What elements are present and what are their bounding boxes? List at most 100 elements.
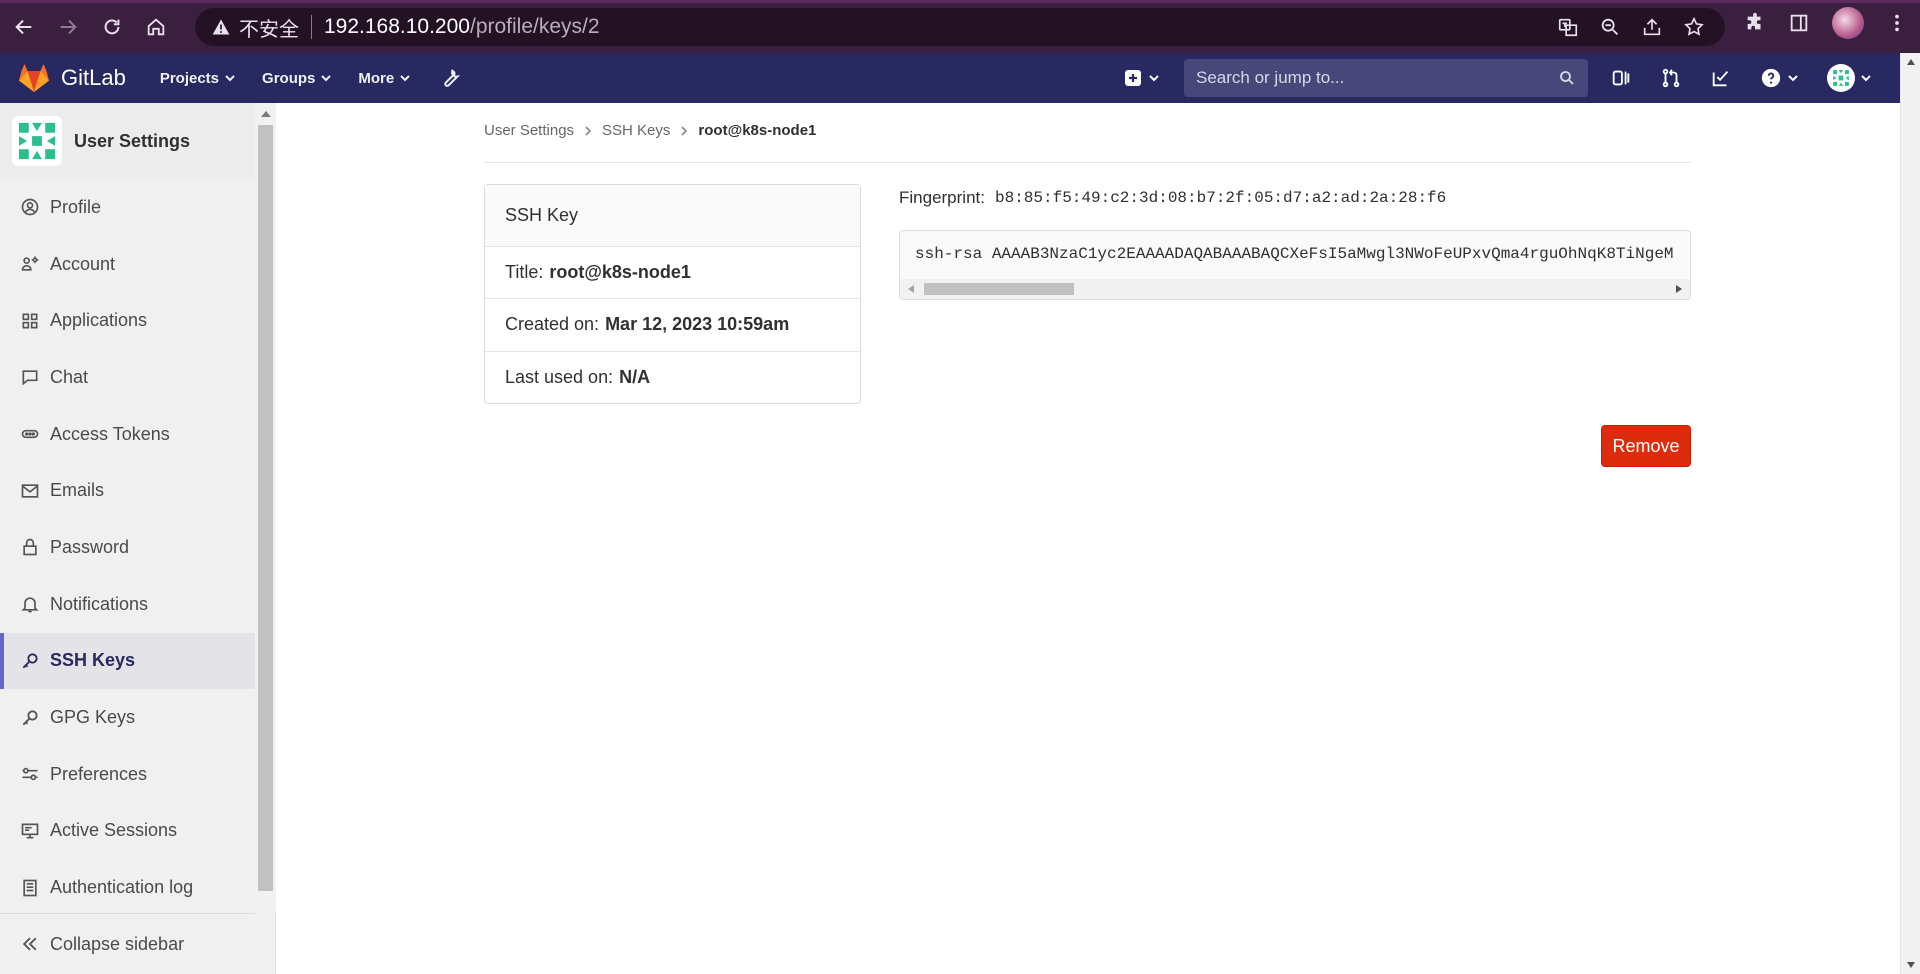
search-box [1184,59,1588,97]
public-key-text: ssh-rsa AAAAB3NzaC1yc2EAAAADAQABAAABAQCX… [915,245,1674,263]
scroll-left-arrow[interactable] [908,285,914,293]
mail-icon [21,484,39,498]
issues-icon[interactable] [1610,67,1632,89]
user-avatar [1827,64,1855,92]
breadcrumb: User Settings SSH Keys root@k8s-node1 [484,122,816,139]
translate-icon[interactable] [1557,16,1579,38]
share-icon[interactable] [1641,16,1663,38]
browser-toolbar: 不安全 192.168.10.200 /profile/keys/2 [0,0,1920,53]
projects-menu-label: Projects [159,69,220,87]
address-bar-actions [1557,8,1705,46]
gitlab-home-link[interactable]: GitLab [18,63,126,93]
created-label: Created on: [505,314,600,335]
sidebar-item-password[interactable]: Password [0,519,255,576]
sidebar-item-account[interactable]: Account [0,236,255,293]
gitlab-header: GitLab Projects Groups More [0,53,1900,103]
browser-menu-icon[interactable] [1886,12,1908,34]
sidebar-item-chat[interactable]: Chat [0,349,255,406]
sidebar-item-ssh-keys[interactable]: SSH Keys [0,632,255,690]
search-icon[interactable] [1558,69,1576,87]
title-value: root@k8s-node1 [549,262,691,283]
sidebar-item-gpg-keys[interactable]: GPG Keys [0,689,255,746]
sidebar-scroll-up-arrow[interactable] [261,111,271,117]
more-menu[interactable]: More [358,70,411,87]
sidebar-item-authentication-log[interactable]: Authentication log [0,859,255,916]
home-icon[interactable] [136,7,176,47]
new-item-dropdown[interactable] [1124,69,1160,87]
sidebar-item-emails[interactable]: Emails [0,462,255,519]
user-menu[interactable] [1827,64,1872,92]
applications-icon [22,313,38,329]
sidebar-scroll-thumb[interactable] [258,125,273,891]
sidebar-item-applications[interactable]: Applications [0,292,255,349]
sidebar-item-label: Password [50,536,130,557]
public-key-scroll-thumb[interactable] [924,283,1074,295]
sidebar-item-label: Account [50,253,116,274]
help-dropdown[interactable] [1760,67,1799,89]
sidebar-context-header[interactable]: User Settings [0,103,255,179]
back-icon[interactable] [4,7,44,47]
chevron-down-icon [1788,75,1798,82]
forward-icon[interactable] [48,7,88,47]
sidebar-item-label: Active Sessions [50,820,178,841]
created-value: Mar 12, 2023 10:59am [605,314,790,335]
sidebar-scrollbar[interactable] [255,103,276,913]
merge-requests-icon[interactable] [1660,67,1682,89]
page-scrollbar[interactable] [1900,53,1920,974]
help-icon [1761,68,1781,88]
sidebar-item-profile[interactable]: Profile [0,179,255,236]
chevron-down-icon [1149,75,1159,82]
public-key-box[interactable]: ssh-rsa AAAAB3NzaC1yc2EAAAADAQABAAABAQCX… [899,230,1691,300]
insecure-label[interactable]: 不安全 [239,13,299,42]
scroll-up-arrow[interactable] [1907,59,1915,65]
browser-profile-avatar[interactable] [1832,7,1864,39]
chevron-right-icon [585,125,592,136]
reload-icon[interactable] [92,7,132,47]
plus-square-icon [1125,70,1141,86]
breadcrumb-divider [484,162,1691,163]
browser-tab-strip [0,0,1920,3]
address-bar[interactable]: 不安全 192.168.10.200 /profile/keys/2 [195,8,1725,46]
breadcrumb-ssh-keys[interactable]: SSH Keys [602,122,670,139]
browser-extensions [1744,7,1908,39]
ssh-key-title-row: Title: root@k8s-node1 [485,247,860,300]
url-path[interactable]: /profile/keys/2 [470,15,600,39]
sidebar-item-label: Authentication log [50,877,194,898]
url-host[interactable]: 192.168.10.200 [324,15,470,39]
last-used-value: N/A [619,367,651,388]
zoom-out-icon[interactable] [1599,16,1621,38]
user-settings-avatar [12,116,62,166]
bookmark-star-icon[interactable] [1683,16,1705,38]
projects-menu[interactable]: Projects [160,70,236,87]
groups-menu[interactable]: Groups [262,70,332,87]
chevron-down-icon [1861,75,1871,82]
warning-icon[interactable] [211,17,231,37]
todos-icon[interactable] [1710,67,1732,89]
scroll-right-arrow[interactable] [1676,285,1682,293]
fingerprint-value: b8:85:f5:49:c2:3d:08:b7:2f:05:d7:a2:ad:2… [994,189,1447,207]
chevron-down-icon [321,75,332,82]
breadcrumb-user-settings[interactable]: User Settings [484,122,574,139]
breadcrumb-current-key[interactable]: root@k8s-node1 [698,122,816,139]
last-used-label: Last used on: [505,367,614,388]
admin-wrench-icon[interactable] [439,67,461,89]
extensions-icon[interactable] [1744,12,1766,34]
sidebar-item-active-sessions[interactable]: Active Sessions [0,803,255,860]
sidebar-item-notifications[interactable]: Notifications [0,576,255,633]
ssh-key-last-used-row: Last used on: N/A [485,352,860,404]
ssh-key-card: SSH Key Title: root@k8s-node1 Created on… [484,184,861,404]
search-input[interactable] [1196,68,1558,88]
remove-button[interactable]: Remove [1601,425,1691,467]
gitlab-logo-icon [19,64,49,92]
sidebar-item-preferences[interactable]: Preferences [0,746,255,803]
sidebar-item-label: GPG Keys [50,707,136,728]
scroll-down-arrow[interactable] [1907,962,1915,968]
lock-icon [23,539,37,556]
fingerprint-label: Fingerprint: [899,188,985,207]
log-icon [23,879,37,896]
public-key-scrollbar[interactable] [900,279,1690,299]
sidebar-item-access-tokens[interactable]: Access Tokens [0,406,255,463]
header-right [1124,53,1900,103]
collapse-sidebar-button[interactable]: Collapse sidebar [0,913,255,974]
side-panel-icon[interactable] [1788,12,1810,34]
